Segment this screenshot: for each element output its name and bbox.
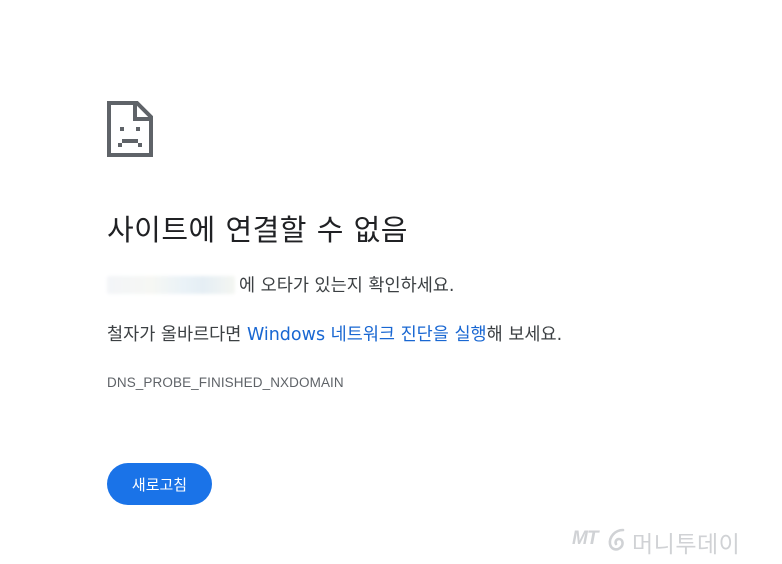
blurred-url: [107, 276, 235, 294]
typo-suggestion: 에 오타가 있는지 확인하세요.: [107, 273, 454, 299]
diagnose-suffix: 해 보세요.: [486, 325, 563, 345]
sad-document-icon: [107, 101, 153, 157]
diagnose-suggestion: 철자가 올바르다면 Windows 네트워크 진단을 실행해 보세요.: [107, 322, 562, 348]
reload-button[interactable]: 새로고침: [107, 463, 212, 505]
watermark: MT 머니투데이: [572, 524, 772, 558]
watermark-brand-name: 머니투데이: [632, 532, 741, 558]
diagnose-prefix: 철자가 올바르다면: [107, 325, 247, 345]
watermark-brand-abbr: MT: [572, 528, 598, 549]
error-code: DNS_PROBE_FINISHED_NXDOMAIN: [107, 375, 344, 390]
page-title: 사이트에 연결할 수 없음: [107, 213, 408, 247]
swirl-logo-icon: [608, 528, 625, 551]
typo-message: 에 오타가 있는지 확인하세요.: [239, 276, 455, 296]
network-diagnostics-link[interactable]: Windows 네트워크 진단을 실행: [247, 325, 487, 345]
error-page: 사이트에 연결할 수 없음 에 오타가 있는지 확인하세요. 철자가 올바르다면…: [0, 0, 782, 564]
